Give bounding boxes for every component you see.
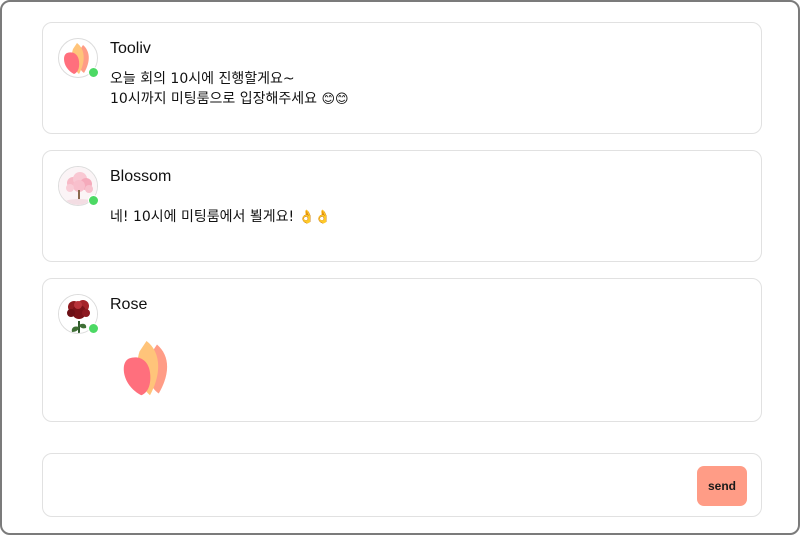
send-button[interactable]: send [697, 466, 747, 506]
tooliv-logo-sticker[interactable] [115, 329, 185, 413]
message-input[interactable] [57, 466, 687, 506]
ok-hand-emoji: 👌👌 [298, 210, 331, 225]
avatar[interactable] [58, 294, 99, 334]
message-text: 네! 10시에 미팅룸에서 뵐게요! 👌👌 [110, 207, 331, 228]
sender-name: Rose [110, 296, 148, 313]
message-card: Blossom 네! 10시에 미팅룸에서 뵐게요! 👌👌 [42, 150, 762, 262]
online-status-dot [88, 323, 99, 334]
smile-emoji: 😊😊 [321, 92, 349, 107]
online-status-dot [88, 67, 99, 78]
sender-name: Tooliv [110, 40, 151, 57]
message-text: 오늘 회의 10시에 진행할게요~ 10시까지 미팅룸으로 입장해주세요 😊😊 [110, 69, 349, 110]
avatar[interactable] [58, 166, 99, 206]
message-line: 네! 10시에 미팅룸에서 뵐게요! [110, 209, 295, 225]
message-card: Tooliv 오늘 회의 10시에 진행할게요~ 10시까지 미팅룸으로 입장해… [42, 22, 762, 134]
message-line: 오늘 회의 10시에 진행할게요~ [110, 71, 295, 87]
message-line-with-emoji: 네! 10시에 미팅룸에서 뵐게요! 👌👌 [110, 207, 331, 228]
online-status-dot [88, 195, 99, 206]
sender-name: Blossom [110, 168, 172, 185]
avatar[interactable] [58, 38, 99, 78]
message-line-with-emoji: 10시까지 미팅룸으로 입장해주세요 😊😊 [110, 89, 349, 110]
chat-window: Tooliv 오늘 회의 10시에 진행할게요~ 10시까지 미팅룸으로 입장해… [0, 0, 800, 535]
message-composer: send [42, 453, 762, 517]
message-card: Rose [42, 278, 762, 422]
message-line: 10시까지 미팅룸으로 입장해주세요 [110, 91, 318, 107]
